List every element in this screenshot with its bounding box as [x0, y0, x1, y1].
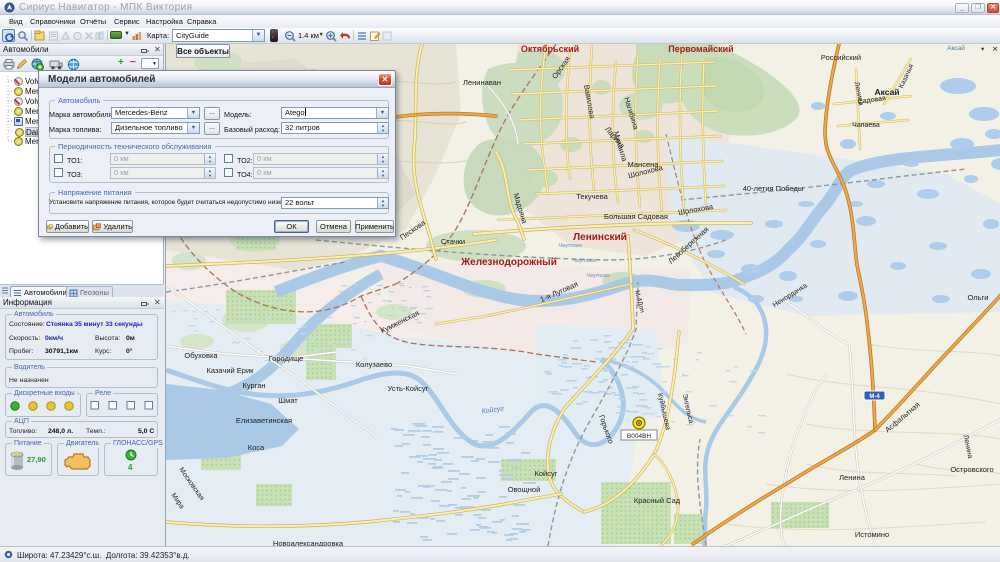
svg-text:▾: ▾: [981, 46, 985, 53]
svg-text:Овощной: Овощной: [508, 485, 541, 494]
svg-text:1-я Луговая: 1-я Луговая: [539, 279, 580, 304]
svg-text:Орская: Орская: [550, 55, 572, 81]
svg-text:Коса: Коса: [248, 443, 265, 452]
svg-text:Курган: Курган: [242, 381, 265, 390]
svg-text:Городище: Городище: [269, 354, 304, 363]
svg-text:Чмутова: Чмутова: [558, 243, 582, 249]
svg-text:М-4Дон: М-4Дон: [633, 290, 646, 314]
svg-text:Усть-Койсуг: Усть-Койсуг: [388, 384, 429, 393]
svg-text:Асфальтная: Асфальтная: [883, 400, 921, 434]
svg-text:Куйбышева: Куйбышева: [656, 392, 672, 431]
svg-text:Чмутова: Чмутова: [572, 258, 596, 264]
svg-text:Шмат: Шмат: [278, 396, 298, 405]
svg-text:Аксай: Аксай: [947, 44, 965, 52]
svg-text:Островского: Островского: [950, 465, 993, 474]
svg-text:Горького: Горького: [597, 413, 616, 444]
svg-text:Обуховка: Обуховка: [184, 351, 218, 360]
svg-text:Мира: Мира: [169, 492, 185, 510]
svg-text:Михаила: Михаила: [612, 130, 630, 163]
svg-text:Кумженская: Кумженская: [379, 308, 420, 335]
svg-text:✕: ✕: [992, 45, 998, 54]
svg-text:Нагибина: Нагибина: [622, 96, 641, 131]
svg-text:Мадояна: Мадояна: [511, 192, 529, 225]
svg-text:Новоалександровка: Новоалександровка: [273, 539, 344, 546]
svg-text:Койсуг: Койсуг: [481, 404, 505, 415]
svg-text:Елизаветинская: Елизаветинская: [236, 416, 292, 425]
svg-text:Российский: Российский: [821, 53, 861, 62]
svg-text:М-4: М-4: [869, 394, 880, 400]
svg-text:Ненордачка: Ненордачка: [772, 282, 809, 309]
svg-text:Койсуг: Койсуг: [535, 469, 558, 478]
svg-text:Красный Сад: Красный Сад: [634, 496, 681, 505]
svg-text:Ольги: Ольги: [968, 293, 989, 302]
svg-text:Казачья: Казачья: [898, 63, 915, 90]
svg-text:Октябрьский: Октябрьский: [521, 44, 579, 54]
svg-text:Чмутова: Чмутова: [586, 273, 610, 279]
svg-text:Московская: Московская: [177, 466, 205, 502]
svg-text:Казачий Ерик: Казачий Ерик: [207, 366, 255, 375]
svg-text:Ленинаван: Ленинаван: [463, 78, 501, 87]
svg-text:40-летия Победы: 40-летия Победы: [743, 184, 803, 193]
svg-text:Левобережная: Левобережная: [666, 225, 710, 266]
svg-text:Ленина: Ленина: [962, 434, 974, 459]
svg-text:Пескова: Пескова: [398, 217, 428, 241]
svg-text:В004ВН: В004ВН: [627, 433, 652, 440]
svg-text:Чапаева: Чапаева: [852, 122, 880, 129]
svg-text:Текучева: Текучева: [576, 192, 608, 201]
svg-text:Большая Садовая: Большая Садовая: [604, 212, 668, 221]
svg-text:Шолохова: Шолохова: [677, 202, 714, 217]
svg-text:Вавилова: Вавилова: [582, 84, 597, 120]
svg-text:Ленина: Ленина: [839, 473, 866, 482]
svg-text:Железнодорожный: Железнодорожный: [460, 257, 557, 268]
svg-text:Стачки: Стачки: [441, 237, 465, 246]
svg-text:Колузаево: Колузаево: [356, 360, 392, 369]
svg-text:Первомайский: Первомайский: [668, 44, 733, 54]
svg-text:Энгельса: Энгельса: [681, 393, 695, 424]
svg-text:Истомино: Истомино: [855, 530, 889, 539]
svg-text:Ленинский: Ленинский: [573, 232, 627, 243]
